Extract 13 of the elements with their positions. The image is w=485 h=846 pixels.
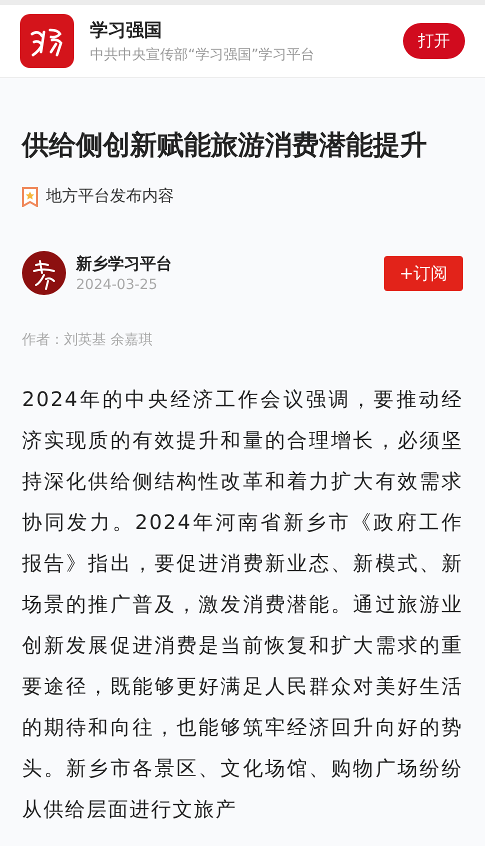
source-tag: 地方平台发布内容 — [46, 186, 174, 207]
author-line: 作者：刘英基 余嘉琪 — [22, 331, 154, 349]
app-name: 学习强国 — [90, 19, 163, 42]
publisher-name: 新乡学习平台 — [76, 254, 173, 274]
app-logo-icon — [20, 14, 74, 68]
subscribe-button[interactable]: +订阅 — [384, 256, 463, 290]
article-title: 供给侧创新赋能旅游消费潜能提升 — [22, 129, 428, 163]
app-tagline: 中共中央宣传部“学习强国”学习平台 — [90, 46, 316, 64]
open-app-button[interactable]: 打开 — [403, 23, 465, 59]
publisher-avatar-icon — [22, 251, 66, 295]
bookmark-star-icon — [22, 186, 38, 206]
publish-date: 2024-03-25 — [76, 276, 158, 292]
article-body: 2024年的中央经济工作会议强调，要推动经济实现质的有效提升和量的合理增长，必须坚持深化供给侧结构性改革和着力扩大有效需求协同发力。2024年河南省新乡市《政府工作报告》指出，要促进消费新业态、新模式、新场景的推广普及，激发消费潜能。通过旅游业创新发展促进消费是当前恢复和扩大需求的重要途径，既能够更好满足人民群众对美好生活的期待和向往，也能够筑牢经济回升向好的势头。新乡市各景区、文化场馆、购物广场纷纷从供给层面进行文旅产 — [22, 386, 463, 823]
